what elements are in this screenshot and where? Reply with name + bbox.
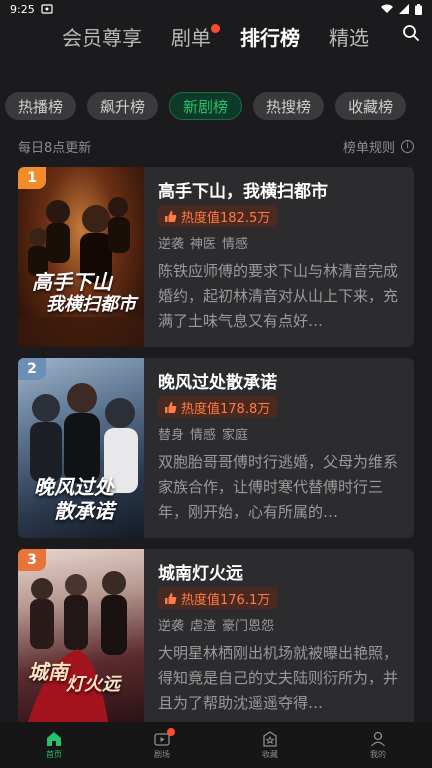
bottom-nav: 首页 剧场 收藏 我的	[0, 722, 432, 768]
tag: 虐渣	[190, 619, 217, 634]
poster-art	[18, 197, 144, 347]
heat-value: 热度值182.5万	[181, 210, 271, 226]
bottom-nav-home-label: 首页	[46, 749, 62, 759]
tab-featured[interactable]: 精选	[329, 22, 369, 51]
heat-badge: 热度值176.1万	[158, 587, 279, 609]
notification-icon	[41, 4, 53, 14]
tag: 逆袭	[158, 237, 185, 252]
heat-value: 热度值178.8万	[181, 401, 271, 417]
tag-list: 逆袭 神医 情感	[158, 233, 248, 252]
rules-label: 榜单规则	[342, 140, 395, 156]
tab-playlist[interactable]: 剧单	[171, 22, 220, 51]
thumbs-up-icon	[165, 592, 177, 604]
rank-badge: 2	[18, 358, 46, 380]
favorites-icon	[263, 730, 277, 747]
signal-icon	[399, 4, 409, 14]
card-body: 城南灯火远 热度值176.1万 逆袭 虐渣 豪门恩怨 大明星林栖刚出机场就被曝出…	[158, 549, 404, 722]
drama-description: 双胞胎哥哥傅时行逃婚，父母为维系家族合作，让傅时寒代替傅时行三年，刚开始，心有所…	[158, 453, 399, 521]
poster-art	[28, 571, 127, 722]
drama-title: 城南灯火远	[158, 564, 243, 584]
subtab-new-label: 新剧榜	[183, 97, 229, 116]
new-badge-dot	[167, 728, 175, 736]
subtab-new[interactable]: 新剧榜	[169, 92, 243, 120]
ranking-card[interactable]: 城南 灯火远 3 城南灯火远 热度值176.1万 逆袭 虐渣 豪门恩怨 大明星林…	[18, 549, 414, 722]
status-bar: 9:25	[0, 0, 432, 18]
drama-description: 陈铁应师傅的要求下山与林清音完成婚约，起初林清音对从山上下来，充满了土味气息又有…	[158, 262, 399, 330]
poster-image: 高手下山 我横扫都市 1	[18, 167, 144, 347]
poster-image: 城南 灯火远 3	[18, 549, 144, 722]
new-badge-dot	[211, 24, 220, 33]
subtab-hot-search-label: 热搜榜	[266, 97, 312, 116]
subtab-favorites[interactable]: 收藏榜	[335, 92, 407, 120]
tab-vip[interactable]: 会员尊享	[62, 22, 142, 51]
card-body: 高手下山，我横扫都市 热度值182.5万 逆袭 神医 情感 陈铁应师傅的要求下山…	[158, 167, 404, 347]
tab-playlist-label: 剧单	[171, 26, 211, 50]
tag: 逆袭	[158, 619, 185, 634]
bottom-nav-profile-label: 我的	[370, 749, 386, 759]
bottom-nav-profile[interactable]: 我的	[324, 722, 432, 768]
tag: 豪门恩怨	[222, 619, 275, 634]
tag: 情感	[222, 237, 249, 252]
tab-featured-label: 精选	[329, 26, 369, 50]
subtab-hot-play[interactable]: 热播榜	[5, 92, 77, 120]
subtab-hot-play-label: 热播榜	[18, 97, 64, 116]
status-right	[381, 3, 422, 15]
tag-list: 逆袭 虐渣 豪门恩怨	[158, 615, 274, 634]
drama-title: 高手下山，我横扫都市	[158, 182, 328, 202]
drama-title: 晚风过处散承诺	[158, 373, 277, 393]
poster-title-line2: 灯火远	[66, 674, 120, 695]
rank-badge: 3	[18, 549, 46, 571]
bottom-nav-home[interactable]: 首页	[0, 722, 108, 768]
tag: 情感	[190, 428, 217, 443]
tab-ranking-label: 排行榜	[240, 26, 300, 50]
status-left: 9:25	[10, 3, 53, 16]
subtab-rising-label: 飙升榜	[100, 97, 146, 116]
poster-title-line2: 散承诺	[54, 499, 114, 523]
update-text: 每日8点更新	[18, 140, 92, 156]
battery-icon	[415, 3, 422, 15]
ranking-card[interactable]: 晚风过处 散承诺 2 晚风过处散承诺 热度值178.8万 替身 情感 家庭 双胞…	[18, 358, 414, 538]
tag: 替身	[158, 428, 185, 443]
status-time: 9:25	[10, 2, 35, 16]
top-nav: 会员尊享 剧单 排行榜 精选	[0, 18, 432, 54]
tab-ranking[interactable]: 排行榜	[240, 22, 300, 51]
tag-list: 替身 情感 家庭	[158, 424, 248, 443]
wifi-icon	[381, 4, 393, 13]
tab-vip-label: 会员尊享	[62, 26, 142, 50]
search-icon[interactable]	[402, 24, 420, 42]
poster-title-line1: 高手下山	[32, 270, 112, 294]
card-body: 晚风过处散承诺 热度值178.8万 替身 情感 家庭 双胞胎哥哥傅时行逃婚，父母…	[158, 358, 404, 538]
rank-badge: 1	[18, 167, 46, 189]
thumbs-up-icon	[165, 401, 177, 413]
thumbs-up-icon	[165, 210, 177, 222]
ranking-card[interactable]: 高手下山 我横扫都市 1 高手下山，我横扫都市 热度值182.5万 逆袭 神医 …	[18, 167, 414, 347]
subtab-rising[interactable]: 飙升榜	[87, 92, 159, 120]
heat-badge: 热度值182.5万	[158, 205, 279, 227]
tag: 神医	[190, 237, 217, 252]
info-icon: i	[401, 139, 414, 153]
profile-icon	[371, 731, 385, 746]
ranking-subtabs: 热播榜 飙升榜 新剧榜 热搜榜 收藏榜	[0, 92, 432, 122]
drama-description: 大明星林栖刚出机场就被曝出艳照，得知竟是自己的丈夫陆则衍所为，并且为了帮助沈遥遥…	[158, 644, 399, 712]
poster-title-line1: 晚风过处	[34, 475, 114, 499]
tag: 家庭	[222, 428, 249, 443]
home-icon	[47, 731, 61, 746]
subtab-hot-search[interactable]: 热搜榜	[253, 92, 325, 120]
poster-title-line2: 我横扫都市	[46, 294, 136, 315]
heat-value: 热度值176.1万	[181, 592, 271, 608]
bottom-nav-favorites-label: 收藏	[262, 749, 278, 759]
bottom-nav-theater-label: 剧场	[154, 749, 170, 759]
poster-image: 晚风过处 散承诺 2	[18, 358, 144, 538]
subtab-favorites-label: 收藏榜	[348, 97, 394, 116]
heat-badge: 热度值178.8万	[158, 396, 279, 418]
poster-title-line1: 城南	[28, 660, 68, 684]
rules-link[interactable]: 榜单规则 i	[343, 137, 414, 156]
info-row: 每日8点更新 榜单规则 i	[18, 136, 414, 156]
bottom-nav-favorites[interactable]: 收藏	[216, 722, 324, 768]
bottom-nav-theater[interactable]: 剧场	[108, 722, 216, 768]
